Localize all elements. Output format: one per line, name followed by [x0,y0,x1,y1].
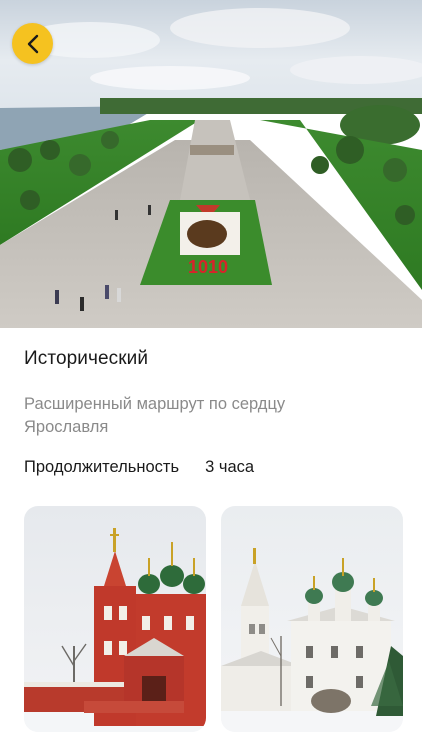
duration-value: 3 часа [205,458,255,476]
route-detail-screen: 1010 Исторический Расширенный маршрут по… [0,0,422,750]
duration-row: Продолжительность 3 часа [24,458,254,477]
hero-photo: 1010 [0,0,422,328]
back-button[interactable] [12,23,53,64]
route-description: Расширенный маршрут по сердцу Ярославля [24,395,286,436]
gallery-photo-1[interactable] [24,506,206,732]
duration-label: Продолжительность [24,458,180,476]
hero-image: 1010 [0,0,422,328]
route-title: Исторический [24,348,149,369]
flowerbed-text: 1010 [188,257,228,277]
gallery-photo-2[interactable] [221,506,403,732]
church-white-photo [221,506,403,732]
chevron-left-icon [27,34,38,53]
church-red-photo [24,506,206,732]
photo-gallery [24,506,422,732]
